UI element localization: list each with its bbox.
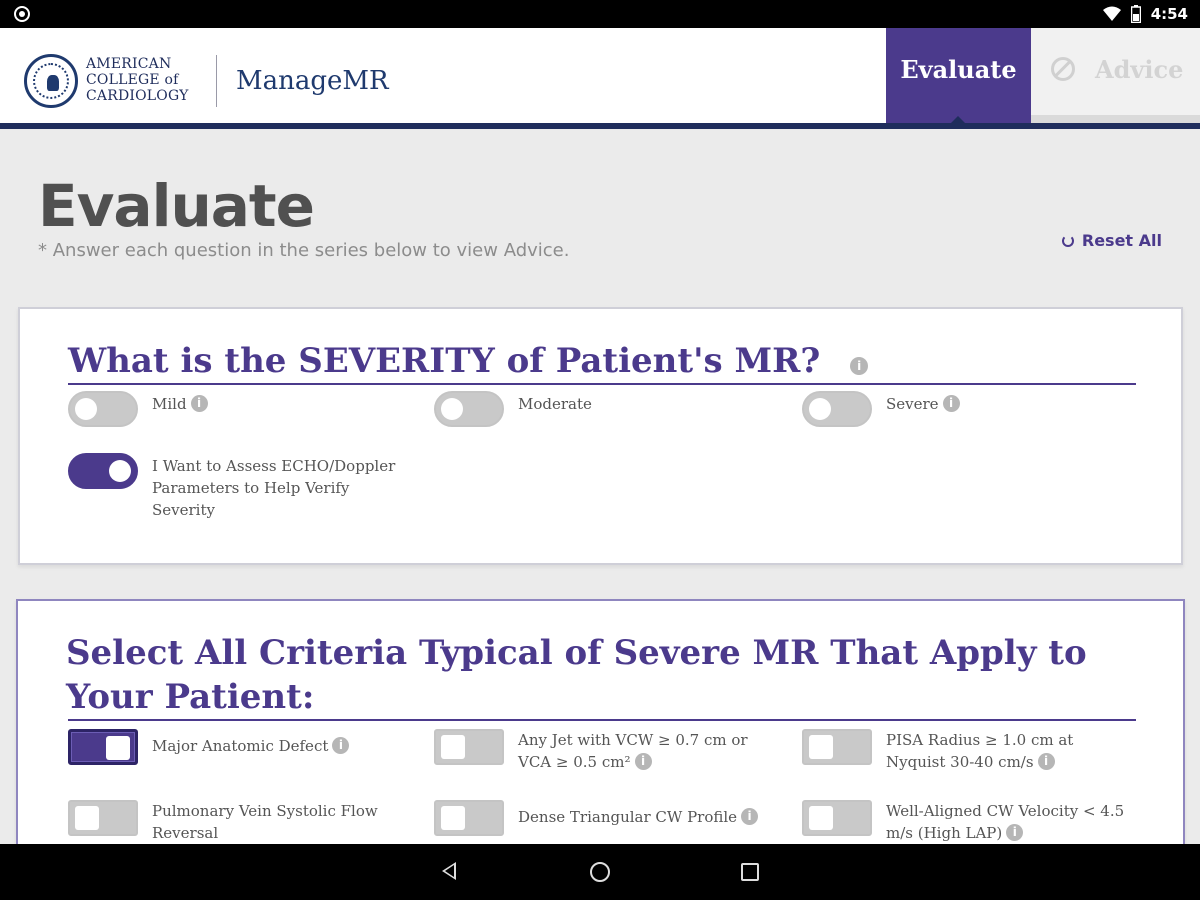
info-icon[interactable]: i xyxy=(634,753,652,770)
navigation-bar xyxy=(0,844,1200,900)
criteria-question-title: Select All Criteria Typical of Severe MR… xyxy=(66,633,1087,717)
criteria-option-major-anatomic-defect[interactable]: Major Anatomic Defect i xyxy=(68,729,350,765)
status-time: 4:54 xyxy=(1150,5,1188,23)
assess-echo-toggle[interactable] xyxy=(68,453,138,489)
reset-all-label: Reset All xyxy=(1081,231,1162,250)
criteria-option-pisa-radius[interactable]: PISA Radius ≥ 1.0 cm at Nyquist 30-40 cm… xyxy=(802,729,1136,773)
logo-divider xyxy=(216,55,217,107)
criteria-option-vcw-vca[interactable]: Any Jet with VCW ≥ 0.7 cm or VCA ≥ 0.5 c… xyxy=(434,729,768,773)
severity-card: What is the SEVERITY of Patient's MR? i … xyxy=(18,307,1183,565)
info-icon[interactable]: i xyxy=(850,357,869,375)
reset-all-button[interactable]: Reset All xyxy=(1061,231,1162,250)
criteria-card: Select All Criteria Typical of Severe MR… xyxy=(16,599,1185,859)
severe-toggle[interactable] xyxy=(802,391,872,427)
page-subtitle: * Answer each question in the series bel… xyxy=(38,240,570,261)
status-bar: 4:54 xyxy=(0,0,1200,28)
major-anatomic-defect-toggle[interactable] xyxy=(68,729,138,765)
org-name: AMERICAN COLLEGE of CARDIOLOGY xyxy=(86,56,189,104)
pisa-radius-toggle[interactable] xyxy=(802,729,872,765)
acc-seal-logo xyxy=(24,54,78,108)
criteria-option-pulmonary-vein[interactable]: Pulmonary Vein Systolic Flow Reversal xyxy=(68,800,402,844)
app-name: ManageMR xyxy=(236,66,389,96)
cw-velocity-toggle[interactable] xyxy=(802,800,872,836)
battery-icon xyxy=(1130,5,1141,23)
severity-option-assess-echo[interactable]: I Want to Assess ECHO/Doppler Parameters… xyxy=(68,453,412,521)
severity-option-severe[interactable]: Severe i xyxy=(802,391,960,427)
info-icon[interactable]: i xyxy=(190,395,208,412)
criteria-title-rule xyxy=(68,719,1136,721)
severity-question-title: What is the SEVERITY of Patient's MR? i xyxy=(68,339,869,383)
tab-evaluate-label: Evaluate xyxy=(900,55,1017,84)
dense-triangular-toggle[interactable] xyxy=(434,800,504,836)
info-icon[interactable]: i xyxy=(1037,753,1055,770)
severity-option-mild[interactable]: Mild i xyxy=(68,391,208,427)
mild-toggle[interactable] xyxy=(68,391,138,427)
page-title: Evaluate xyxy=(38,172,315,240)
moderate-toggle[interactable] xyxy=(434,391,504,427)
pulmonary-vein-toggle[interactable] xyxy=(68,800,138,836)
tab-advice[interactable]: Advice xyxy=(1031,28,1200,123)
criteria-option-cw-velocity[interactable]: Well-Aligned CW Velocity < 4.5 m/s (High… xyxy=(802,800,1136,844)
recent-apps-icon[interactable] xyxy=(741,863,759,881)
info-icon[interactable]: i xyxy=(741,808,759,825)
header-rule xyxy=(0,123,1200,129)
info-icon[interactable]: i xyxy=(1006,824,1024,841)
vcw-vca-toggle[interactable] xyxy=(434,729,504,765)
criteria-option-dense-triangular[interactable]: Dense Triangular CW Profile i xyxy=(434,800,759,836)
status-indicators: 4:54 xyxy=(1102,4,1188,24)
info-icon[interactable]: i xyxy=(942,395,960,412)
wifi-icon xyxy=(1102,6,1121,21)
info-icon[interactable]: i xyxy=(332,737,350,754)
disabled-icon xyxy=(1051,57,1075,81)
notification-icon xyxy=(14,6,30,22)
tab-advice-shadow xyxy=(1031,115,1200,123)
severity-option-moderate[interactable]: Moderate xyxy=(434,391,592,427)
tab-advice-label: Advice xyxy=(1095,55,1184,84)
refresh-icon xyxy=(1061,234,1074,247)
back-icon[interactable] xyxy=(442,862,456,880)
severity-title-rule xyxy=(68,383,1136,385)
tab-evaluate[interactable]: Evaluate xyxy=(886,28,1031,124)
home-icon[interactable] xyxy=(590,862,610,882)
